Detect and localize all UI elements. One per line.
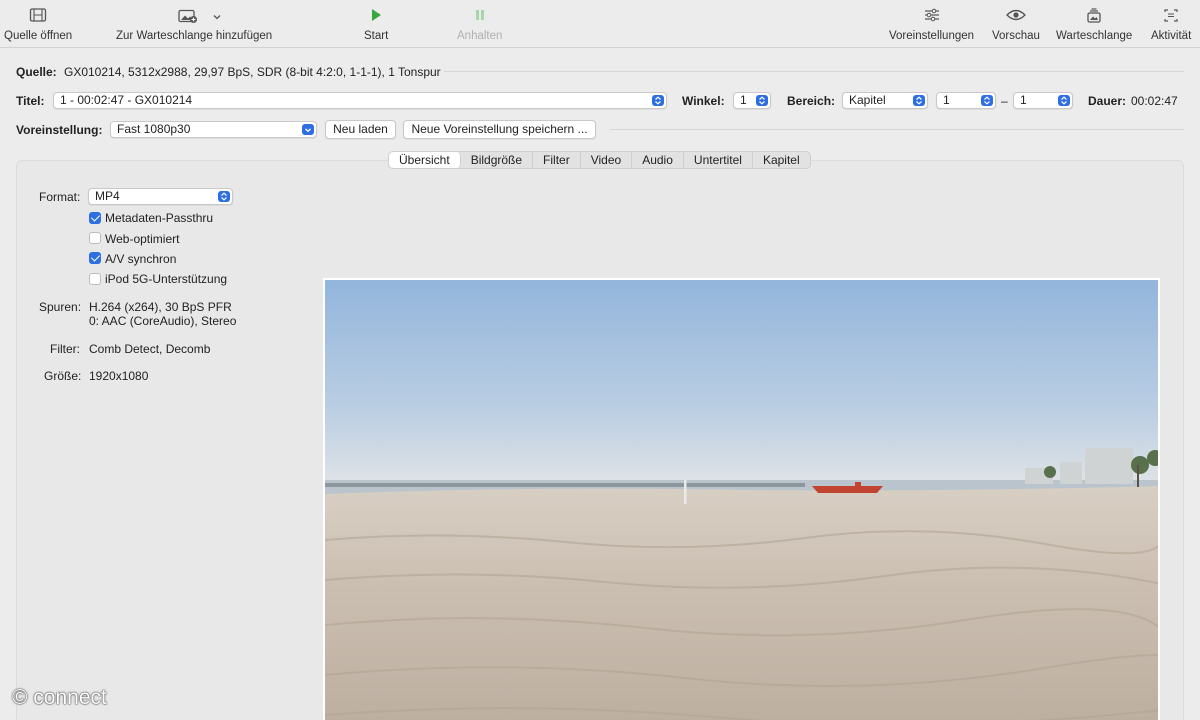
updown-icon — [1058, 95, 1070, 106]
preset-label: Voreinstellung: — [16, 123, 103, 137]
title-label: Titel: — [16, 94, 45, 108]
source-info: GX010214, 5312x2988, 29,97 BpS, SDR (8-b… — [64, 65, 441, 79]
watermark-text: © connect — [12, 686, 107, 709]
queue-label: Warteschlange — [1056, 30, 1133, 42]
updown-icon — [218, 191, 230, 202]
chevron-down-icon[interactable] — [212, 11, 222, 21]
format-select-value: MP4 — [95, 189, 120, 203]
duration-label: Dauer: — [1088, 94, 1127, 108]
tab-picture-size[interactable]: Bildgröße — [461, 152, 534, 168]
preview-label: Vorschau — [992, 30, 1040, 42]
chevron-down-icon — [302, 124, 314, 135]
updown-icon — [756, 95, 768, 106]
title-select-value: 1 - 00:02:47 - GX010214 — [60, 93, 193, 107]
queue-icon — [1086, 4, 1102, 26]
save-preset-button[interactable]: Neue Voreinstellung speichern ... — [403, 120, 596, 139]
start-label: Start — [364, 30, 389, 42]
photo-plus-icon — [178, 8, 198, 24]
tracks-video: H.264 (x264), 30 BpS PFR — [89, 300, 232, 314]
activity-label: Aktivität — [1151, 30, 1192, 42]
add-to-queue-label: Zur Warteschlange hinzufügen — [116, 30, 273, 42]
preset-divider — [610, 129, 1184, 130]
av-sync-checkbox[interactable] — [89, 252, 101, 264]
presets-button[interactable]: Voreinstellungen — [889, 4, 974, 46]
web-optimized-checkbox[interactable] — [89, 232, 101, 244]
tab-chapters[interactable]: Kapitel — [753, 152, 810, 168]
source-label: Quelle: — [16, 65, 57, 79]
tab-subtitles[interactable]: Untertitel — [684, 152, 753, 168]
web-optimized-label: Web-optimiert — [105, 232, 180, 246]
filters-value: Comb Detect, Decomb — [89, 342, 211, 356]
range-type-select[interactable]: Kapitel — [842, 92, 928, 109]
metadata-passthru-checkbox[interactable] — [89, 212, 101, 224]
pause-icon — [473, 4, 487, 26]
ipod-support-label: iPod 5G-Unterstützung — [105, 272, 228, 286]
preview-button[interactable]: Vorschau — [992, 4, 1040, 46]
activity-button[interactable]: Aktivität — [1151, 4, 1191, 46]
source-divider — [444, 71, 1184, 72]
filters-label: Filter: — [50, 342, 80, 356]
tab-video[interactable]: Video — [581, 152, 633, 168]
tracks-audio: 0: AAC (CoreAudio), Stereo — [89, 314, 237, 328]
presets-label: Voreinstellungen — [889, 30, 975, 42]
range-to-value: 1 — [1020, 93, 1027, 107]
preset-select[interactable]: Fast 1080p30 — [110, 121, 317, 138]
range-type-value: Kapitel — [849, 93, 886, 107]
size-label: Größe: — [44, 369, 82, 383]
tab-filter[interactable]: Filter — [533, 152, 581, 168]
duration-value: 00:02:47 — [1131, 94, 1178, 108]
tab-audio[interactable]: Audio — [632, 152, 684, 168]
angle-label: Winkel: — [682, 94, 725, 108]
tab-overview[interactable]: Übersicht — [389, 152, 461, 168]
metadata-passthru-label: Metadaten-Passthru — [105, 211, 214, 225]
range-from-select[interactable]: 1 — [936, 92, 996, 109]
open-source-label: Quelle öffnen — [4, 30, 73, 42]
film-icon — [29, 4, 47, 26]
tracks-label: Spuren: — [39, 300, 82, 314]
size-value: 1920x1080 — [89, 369, 149, 383]
sliders-icon — [924, 4, 940, 26]
preset-select-value: Fast 1080p30 — [117, 122, 191, 136]
ipod-support-checkbox[interactable] — [89, 273, 101, 285]
open-source-button[interactable]: Quelle öffnen — [4, 4, 72, 46]
start-button[interactable]: Start — [364, 4, 388, 46]
pause-button[interactable]: Anhalten — [457, 4, 502, 46]
range-from-value: 1 — [943, 93, 950, 107]
angle-select[interactable]: 1 — [733, 92, 771, 109]
preview-image — [323, 278, 1160, 720]
reload-preset-button[interactable]: Neu laden — [325, 120, 396, 139]
updown-icon — [981, 95, 993, 106]
range-label: Bereich: — [787, 94, 836, 108]
format-select[interactable]: MP4 — [88, 188, 233, 205]
updown-icon — [652, 95, 664, 106]
tab-bar: Übersicht Bildgröße Filter Video Audio U… — [388, 151, 811, 169]
play-icon — [369, 4, 383, 26]
format-label: Format: — [39, 190, 81, 204]
updown-icon — [913, 95, 925, 106]
angle-select-value: 1 — [740, 93, 747, 107]
range-separator: – — [1001, 94, 1008, 108]
title-select[interactable]: 1 - 00:02:47 - GX010214 — [53, 92, 667, 109]
av-sync-label: A/V synchron — [105, 252, 177, 266]
queue-button[interactable]: Warteschlange — [1056, 4, 1132, 46]
activity-icon — [1163, 4, 1179, 26]
pause-label: Anhalten — [457, 30, 503, 42]
range-to-select[interactable]: 1 — [1013, 92, 1073, 109]
eye-icon — [1006, 4, 1026, 26]
